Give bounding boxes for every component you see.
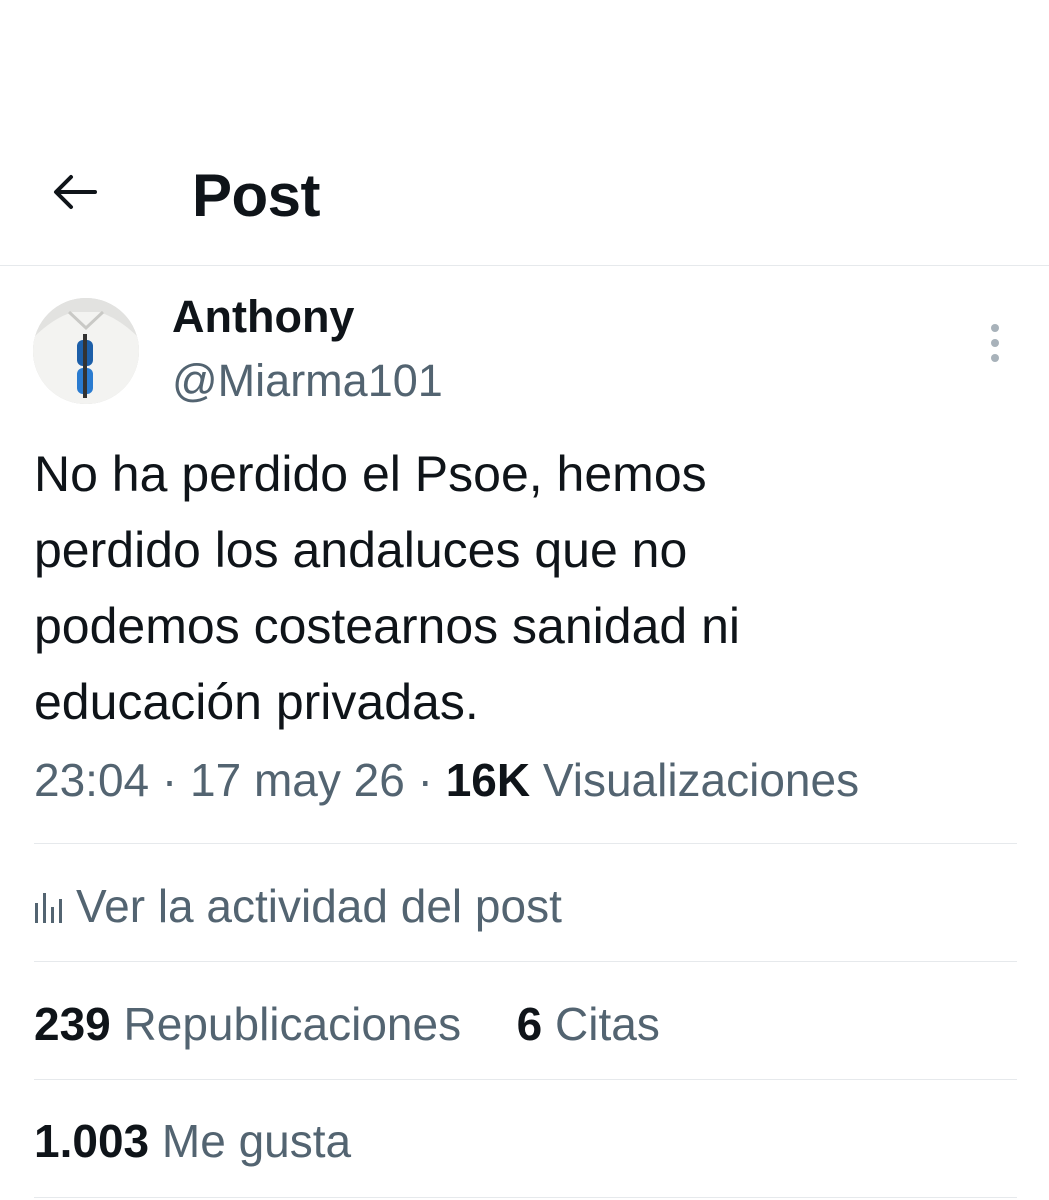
meta-separator: · bbox=[161, 754, 191, 806]
post-time[interactable]: 23:04 bbox=[34, 754, 149, 806]
divider bbox=[34, 961, 1017, 962]
likes-stat[interactable]: 1.003 Me gusta bbox=[34, 1115, 351, 1167]
post-activity-label: Ver la actividad del post bbox=[76, 880, 562, 932]
post-detail-page: Post Anthony @Miarma101 No ha perdido el… bbox=[0, 0, 1049, 1200]
post-meta: 23:04 · 17 may 26 · 16K Visualizaciones bbox=[34, 752, 859, 808]
reposts-stat[interactable]: 239 Republicaciones bbox=[34, 998, 461, 1050]
likes-count: 1.003 bbox=[34, 1115, 150, 1167]
back-button[interactable] bbox=[46, 164, 102, 220]
divider bbox=[34, 1079, 1017, 1080]
post-date[interactable]: 17 may 26 bbox=[190, 754, 405, 806]
views-label: Visualizaciones bbox=[542, 754, 860, 806]
header-bar: Post bbox=[0, 0, 1049, 266]
quotes-count: 6 bbox=[516, 998, 543, 1050]
reposts-count: 239 bbox=[34, 998, 111, 1050]
quotes-label: Citas bbox=[555, 998, 660, 1050]
views-count: 16K bbox=[445, 754, 531, 806]
analytics-icon bbox=[35, 893, 62, 923]
author-name[interactable]: Anthony bbox=[172, 290, 354, 344]
likes-stats-row: 1.003 Me gusta bbox=[34, 1113, 351, 1169]
quotes-stat[interactable]: 6 Citas bbox=[517, 998, 660, 1050]
arrow-left-icon bbox=[54, 175, 97, 209]
divider bbox=[34, 843, 1017, 844]
meta-separator: · bbox=[417, 754, 446, 806]
likes-label: Me gusta bbox=[161, 1115, 352, 1167]
author-handle[interactable]: @Miarma101 bbox=[172, 354, 443, 408]
page-title: Post bbox=[192, 162, 321, 229]
more-options-icon[interactable] bbox=[975, 318, 1015, 368]
post-activity-link[interactable]: Ver la actividad del post bbox=[34, 876, 562, 936]
reposts-label: Republicaciones bbox=[123, 998, 462, 1050]
divider bbox=[34, 1197, 1017, 1198]
repost-stats-row: 239 Republicaciones 6 Citas bbox=[34, 996, 660, 1052]
post-text: No ha perdido el Psoe, hemos perdido los… bbox=[34, 446, 741, 730]
avatar[interactable] bbox=[33, 298, 139, 404]
